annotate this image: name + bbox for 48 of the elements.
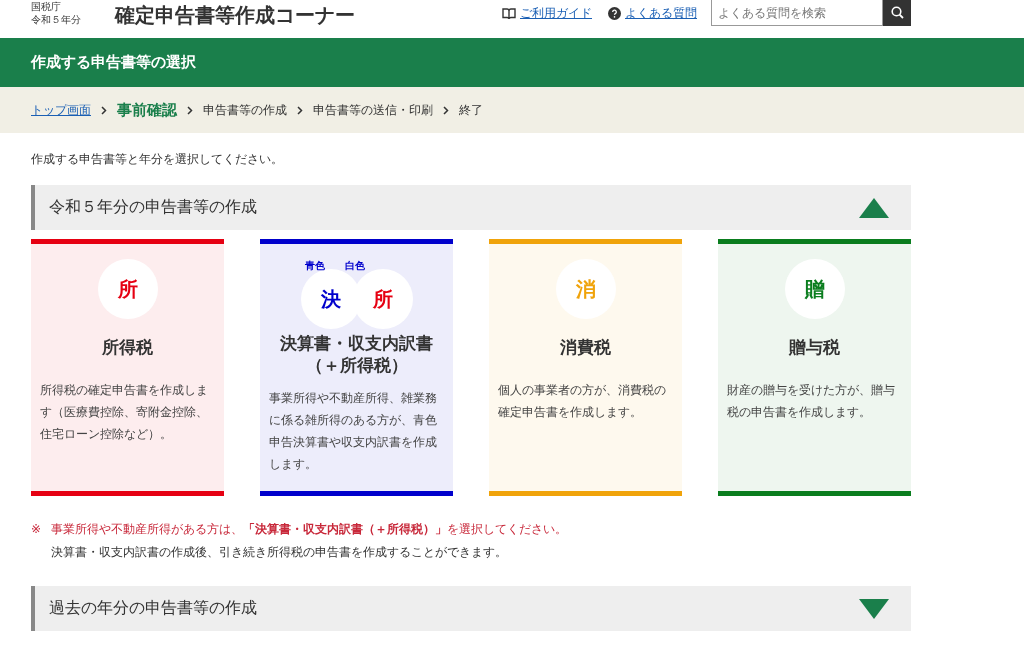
card-title: 消費税 [559, 337, 612, 359]
card-description: 個人の事業者の方が、消費税の確定申告書を作成します。 [497, 382, 667, 421]
tax-card[interactable]: 贈 贈与税 財産の贈与を受けた方が、贈与税の申告書を作成します。 [718, 239, 911, 496]
card-title: 所得税 [101, 337, 154, 359]
note-text: 決算書・収支内訳書の作成後、引き続き所得税の申告書を作成することができます。 [51, 544, 507, 561]
badge-char: 消 [575, 275, 596, 303]
note-mark: ※ [31, 521, 42, 538]
card-description: 事業所得や不動産所得、雑業務に係る雑所得のある方が、青色申告決算書や収支内訳書を作成します。 [268, 390, 438, 473]
badge-char: 贈 [804, 275, 825, 303]
note-text: 事業所得や不動産所得がある方は、「決算書・収支内訳書（＋所得税）」を選択してください。 [51, 521, 568, 538]
card-description: 所得税の確定申告書を作成します（医療費控除、寄附金控除、住宅ローン控除など）。 [39, 382, 209, 443]
year-label: 令和５年分 [31, 13, 82, 26]
badge-char: 所 [117, 275, 138, 303]
breadcrumb-step: 事前確認 [117, 100, 177, 120]
chevron-icon [101, 105, 107, 115]
collapse-icon[interactable] [859, 197, 889, 218]
agency-name: 国税庁 [31, 0, 62, 13]
breadcrumb-step: 申告書等の送信・印刷 [313, 101, 433, 119]
badge-char: 決 [320, 285, 341, 313]
help-icon [608, 7, 621, 20]
chevron-icon [443, 105, 449, 115]
badge-caption: 青色 [304, 259, 325, 273]
card-description: 財産の贈与を受けた方が、贈与税の申告書を作成します。 [726, 382, 896, 421]
section-title: 令和５年分の申告書等の作成 [49, 197, 258, 218]
card-title: 決算書・収支内訳書（＋所得税） [279, 333, 434, 377]
breadcrumb-step: 終了 [459, 101, 483, 119]
badge-caption: 白色 [344, 259, 365, 273]
breadcrumb-link[interactable]: トップ画面 [31, 101, 91, 119]
site-title: 確定申告書等作成コーナー [115, 2, 355, 29]
tax-card[interactable]: 所 所得税 所得税の確定申告書を作成します（医療費控除、寄附金控除、住宅ローン控除など）。 [31, 239, 224, 496]
badge-char: 所 [372, 285, 393, 313]
section-header[interactable]: 令和５年分の申告書等の作成 [31, 185, 911, 230]
page-title: 作成する申告書等の選択 [31, 53, 196, 72]
intro-text: 作成する申告書等と年分を選択してください。 [31, 151, 284, 168]
chevron-icon [187, 105, 193, 115]
breadcrumb-step: 申告書等の作成 [203, 101, 287, 119]
chevron-icon [297, 105, 303, 115]
search-field[interactable]: よくある質問を検索 [711, 0, 883, 26]
expand-icon[interactable] [859, 598, 889, 619]
card-title: 贈与税 [788, 337, 841, 359]
book-icon [502, 7, 516, 20]
section-header[interactable]: 過去の年分の申告書等の作成 [31, 586, 911, 631]
search-button[interactable] [883, 0, 911, 26]
search-icon [890, 6, 904, 19]
section-title: 過去の年分の申告書等の作成 [49, 598, 258, 619]
tax-card[interactable]: 消 消費税 個人の事業者の方が、消費税の確定申告書を作成します。 [489, 239, 682, 496]
header-link[interactable]: ご利用ガイド [502, 5, 592, 22]
tax-card[interactable]: 青色 決 白色 所 決算書・収支内訳書（＋所得税） 事業所得や不動産所得、雑業務に係る雑所得のある方が、青色申告決算書や収支内訳書を作成します。 [260, 239, 453, 496]
